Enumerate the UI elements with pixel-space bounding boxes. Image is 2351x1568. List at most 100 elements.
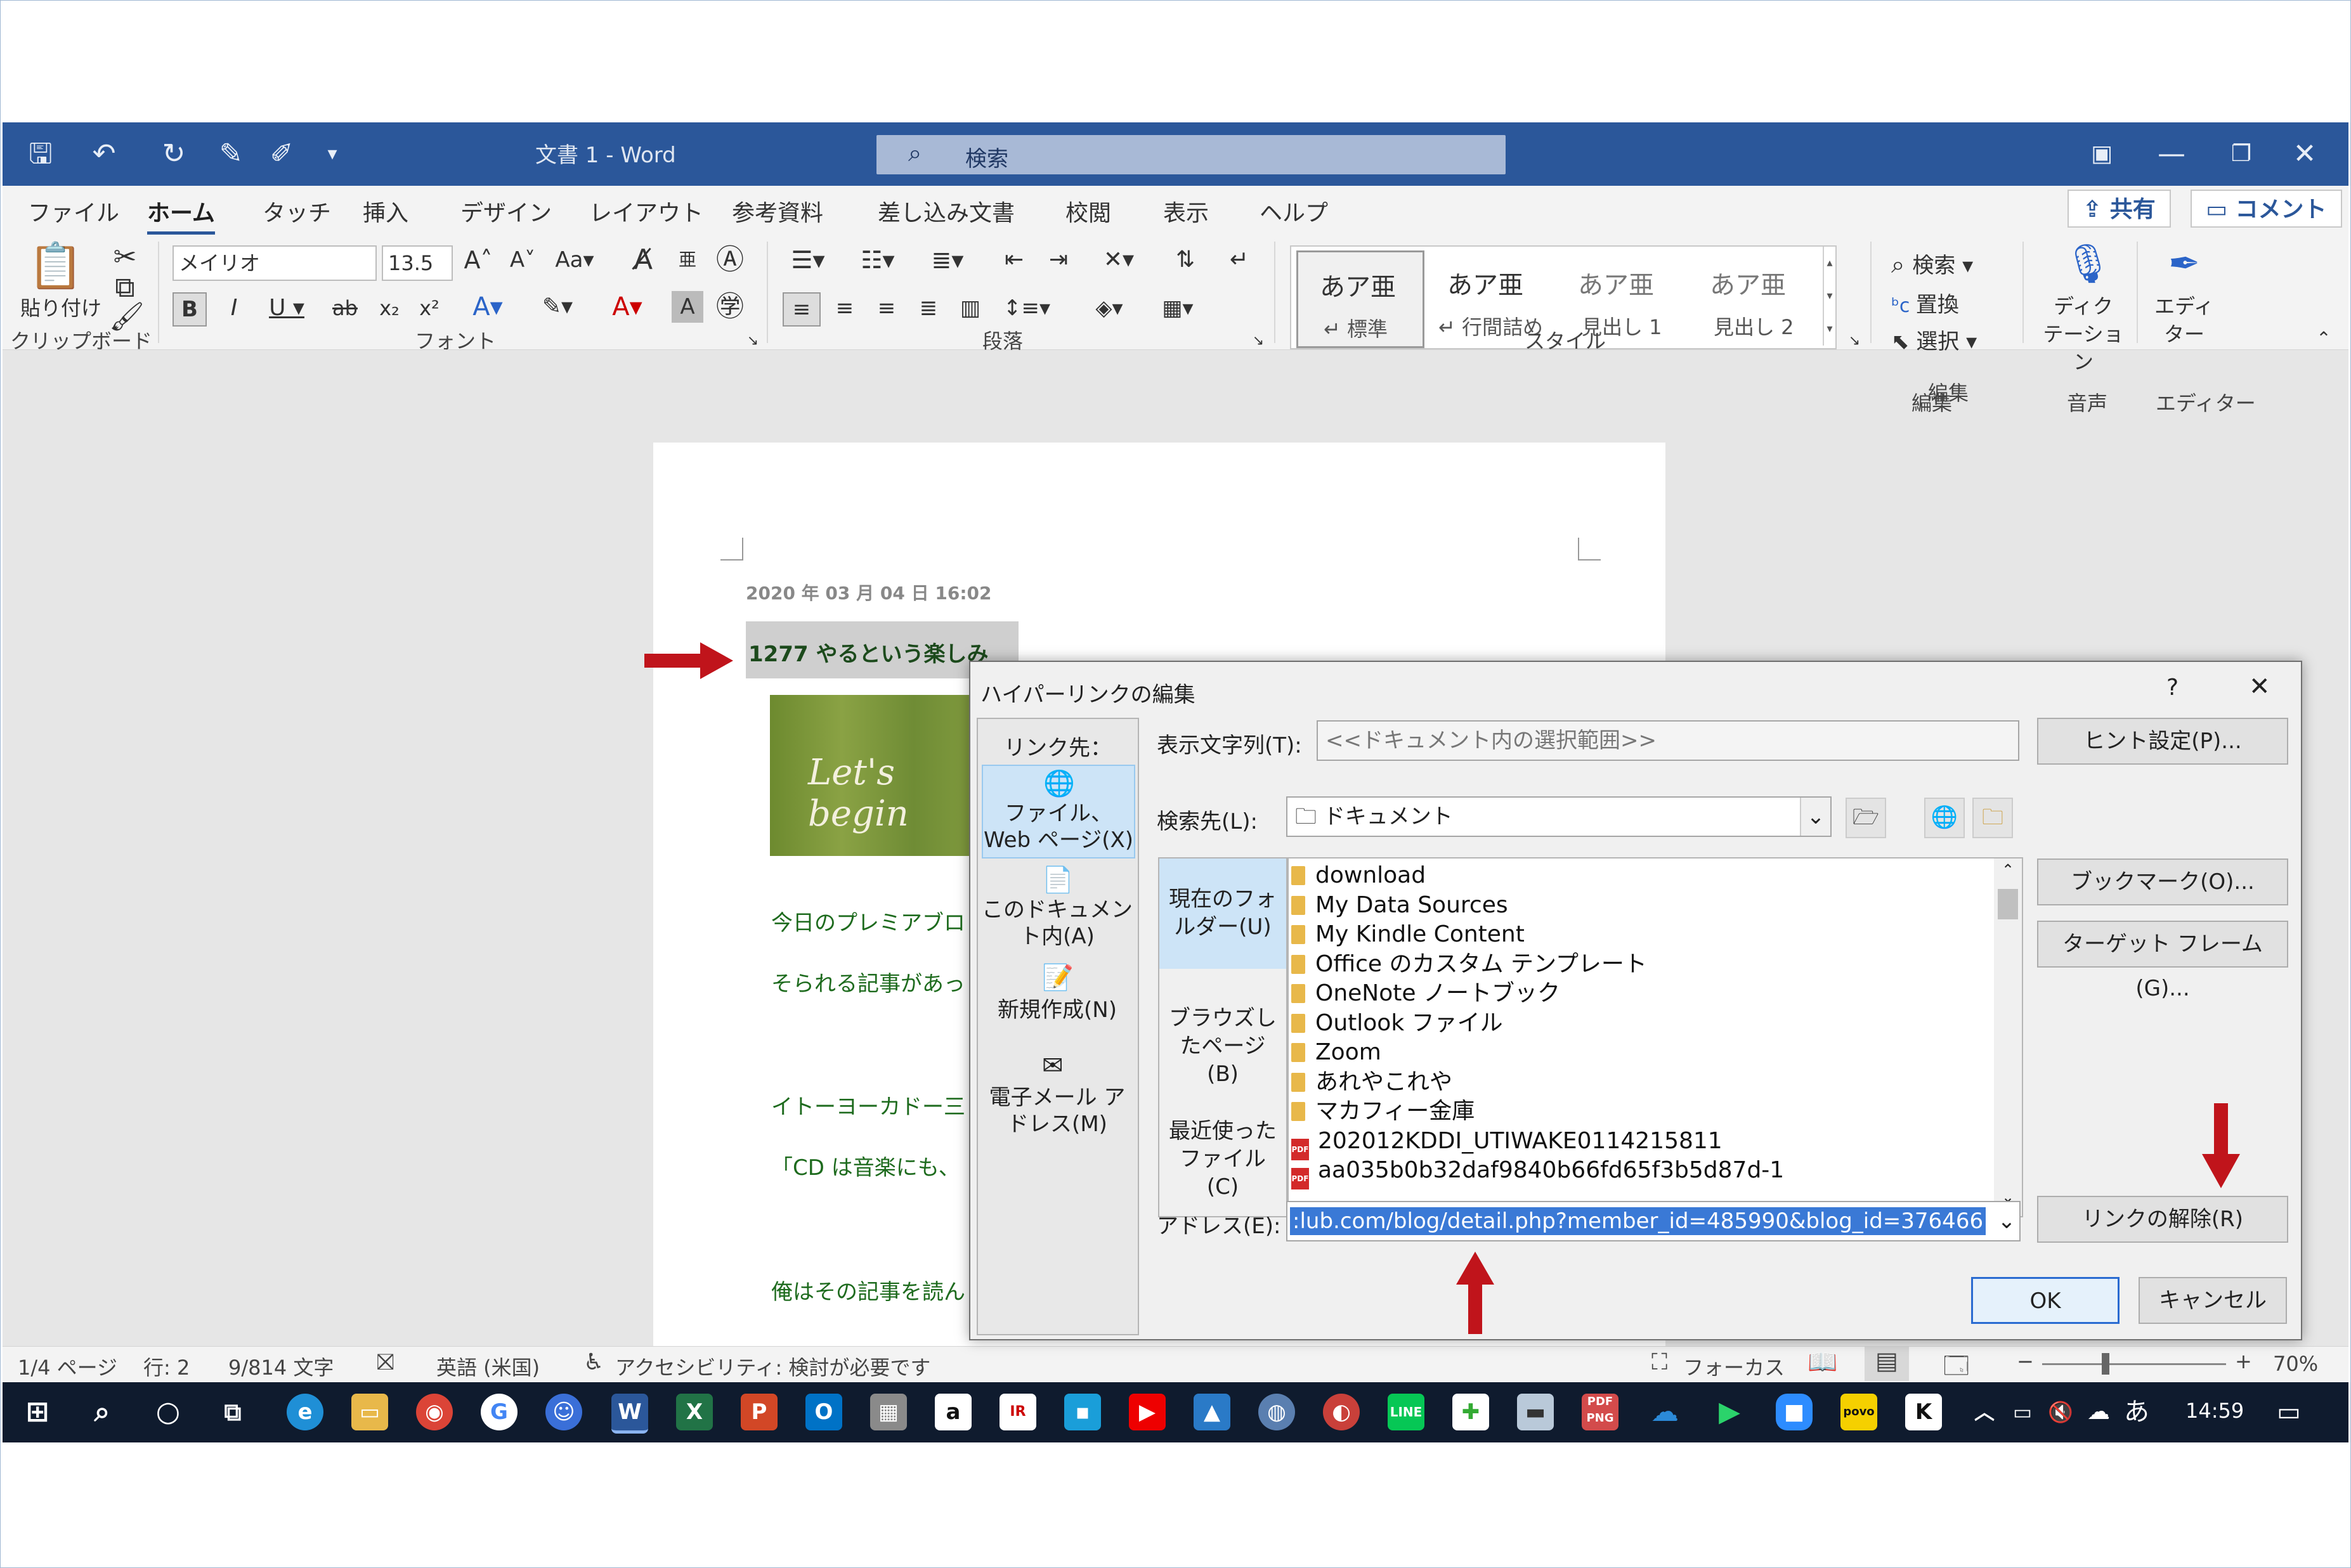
share-button[interactable]: ⇪ 共有	[2068, 190, 2171, 228]
help-button[interactable]: ?	[2166, 675, 2178, 701]
ime-indicator[interactable]: あ	[2118, 1394, 2155, 1430]
nav-create-new[interactable]: 📝 新規作成(N)	[982, 960, 1133, 1036]
file-list-item[interactable]: PDF aa035b0b32daf9840b66fd65f3b5d87d-1	[1291, 1156, 1784, 1189]
superscript-icon[interactable]: x²	[414, 292, 445, 324]
comment-button[interactable]: ▭ コメント	[2191, 190, 2342, 228]
onedrive-icon[interactable]: ☁	[1646, 1394, 1683, 1430]
minimize-icon[interactable]: —	[2152, 135, 2191, 173]
italic-icon[interactable]: I	[218, 292, 250, 324]
copy-icon[interactable]: ⧉	[109, 272, 141, 304]
tab-browsed-pages[interactable]: ブラウズしたページ(B)	[1159, 979, 1286, 1089]
font-size-combo[interactable]: 13.5	[382, 245, 453, 281]
scroll-thumb[interactable]	[1998, 889, 2018, 919]
look-in-select[interactable]: 🗀 ドキュメント ⌄	[1286, 796, 1832, 837]
tab-file[interactable]: ファイル	[28, 195, 119, 228]
nav-email-address[interactable]: ✉ 電子メール アドレス(M)	[982, 1049, 1133, 1144]
align-left-icon[interactable]: ≡	[783, 292, 821, 327]
google-icon[interactable]: G	[481, 1394, 518, 1430]
bullets-icon[interactable]: ☰▾	[783, 244, 833, 276]
customize-qat-icon[interactable]: ▾	[313, 135, 351, 173]
microphone-icon[interactable]: 🎙	[2064, 242, 2112, 286]
app-icon[interactable]: K	[1905, 1394, 1942, 1430]
bold-icon[interactable]: B	[173, 292, 207, 327]
paragraph-dialog-launcher-icon[interactable]: ↘	[1249, 325, 1268, 357]
cortana-icon[interactable]: ○	[150, 1394, 186, 1430]
browse-file-icon[interactable]: 🗀	[1972, 798, 2013, 838]
highlight-icon[interactable]: ✎▾	[529, 291, 586, 323]
people-icon[interactable]: ☺	[545, 1394, 582, 1430]
address-input[interactable]: :lub.com/blog/detail.php?member_id=48599…	[1286, 1201, 2021, 1241]
file-list-item[interactable]: あれやこれや	[1291, 1068, 1452, 1097]
subscript-icon[interactable]: x₂	[374, 292, 405, 324]
change-case-icon[interactable]: Aa▾	[549, 244, 600, 276]
clear-format-icon[interactable]: A̸	[627, 244, 659, 276]
ok-button[interactable]: OK	[1971, 1277, 2120, 1324]
line-icon[interactable]: LINE	[1388, 1394, 1424, 1430]
underline-icon[interactable]: U ▾	[261, 292, 312, 324]
file-list-item[interactable]: マカフィー金庫	[1291, 1097, 1475, 1126]
read-mode-icon[interactable]: 📖	[1807, 1348, 1837, 1377]
iris-icon[interactable]: IR	[1000, 1394, 1036, 1430]
app-icon[interactable]: ✚	[1452, 1394, 1489, 1430]
file-list-item[interactable]: Zoom	[1291, 1038, 1381, 1067]
tab-recent-files[interactable]: 最近使ったファイル(C)	[1159, 1099, 1286, 1210]
phonetic-guide-icon[interactable]: 亜	[672, 244, 703, 276]
chevron-up-icon[interactable]: ︿	[1966, 1394, 2003, 1430]
format-icon[interactable]: ✐	[263, 135, 301, 173]
numbering-icon[interactable]: ☷▾	[852, 244, 903, 276]
borders-icon[interactable]: ▦▾	[1149, 292, 1206, 324]
justify-icon[interactable]: ≣	[911, 292, 946, 324]
page-count[interactable]: 1/4 ページ	[18, 1352, 117, 1381]
redo-icon[interactable]: ↻	[155, 135, 193, 173]
file-list-item[interactable]: PDF 202012KDDI_UTIWAKE0114215811	[1291, 1127, 1723, 1160]
increase-indent-icon[interactable]: ⇥	[1043, 244, 1074, 276]
select-button[interactable]: ⬉ 選択 ▾	[1891, 324, 1977, 355]
strikethrough-icon[interactable]: ab	[326, 292, 364, 324]
zoom-level[interactable]: 70%	[2273, 1352, 2318, 1376]
proofing-icon[interactable]: ⛝	[377, 1349, 394, 1376]
tab-review[interactable]: 校閲	[1065, 195, 1111, 228]
tab-home[interactable]: ホーム	[147, 195, 215, 235]
search-icon[interactable]: ⌕	[84, 1394, 120, 1430]
word-count[interactable]: 9/814 文字	[228, 1352, 334, 1381]
volume-icon[interactable]: 🔇	[2042, 1394, 2079, 1430]
text-direction-icon[interactable]: ✕▾	[1093, 244, 1144, 276]
task-view-icon[interactable]: ⧉	[214, 1394, 251, 1430]
excel-icon[interactable]: X	[676, 1394, 713, 1430]
collapse-ribbon-icon[interactable]: ⌃	[2311, 323, 2336, 354]
windows-start-icon[interactable]: ⊞	[19, 1394, 56, 1430]
target-frame-button[interactable]: ターゲット フレーム(G)...	[2037, 921, 2288, 1001]
style-scroll[interactable]: ▴ ▾ ▾	[1823, 247, 1835, 346]
pdf-png-icon[interactable]: PDF PNG	[1582, 1394, 1618, 1430]
tab-insert[interactable]: 挿入	[363, 195, 408, 228]
notification-icon[interactable]: ▭	[2270, 1394, 2307, 1430]
font-name-combo[interactable]: メイリオ	[173, 245, 377, 281]
file-list-scrollbar[interactable]: ⌃ ⌄	[1994, 859, 2022, 1216]
file-list-item[interactable]: My Kindle Content	[1291, 920, 1525, 949]
file-list-item[interactable]: My Data Sources	[1291, 891, 1508, 920]
sort-icon[interactable]: ⇅	[1169, 244, 1201, 276]
paste-icon[interactable]: 📋	[28, 240, 83, 291]
cut-icon[interactable]: ✂	[109, 242, 141, 273]
ribbon-display-icon[interactable]: ▣	[2083, 135, 2121, 173]
file-explorer-icon[interactable]: ▭	[351, 1394, 388, 1430]
style-dialog-launcher-icon[interactable]: ↘	[1845, 325, 1864, 357]
show-marks-icon[interactable]: ↵	[1223, 244, 1255, 276]
tab-current-folder[interactable]: 現在のフォルダー(U)	[1159, 859, 1286, 969]
editor-button[interactable]: エディ ター	[2152, 292, 2216, 348]
dictate-button[interactable]: ディク テーション	[2042, 292, 2125, 376]
app-icon[interactable]: ▦	[870, 1394, 907, 1430]
battery-icon[interactable]: ▭	[2004, 1394, 2041, 1430]
outlook-icon[interactable]: O	[805, 1394, 842, 1430]
edge-icon[interactable]: e	[287, 1394, 323, 1430]
grow-font-icon[interactable]: A˄	[459, 244, 497, 276]
tab-help[interactable]: ヘルプ	[1260, 195, 1328, 228]
clock[interactable]: 14:59	[2185, 1399, 2244, 1423]
tab-references[interactable]: 参考資料	[732, 195, 823, 228]
tab-layout[interactable]: レイアウト	[589, 195, 703, 228]
close-icon[interactable]: ✕	[2249, 672, 2270, 701]
line-spacing-icon[interactable]: ↕≡▾	[998, 292, 1055, 324]
app-icon[interactable]: ◐	[1323, 1394, 1360, 1430]
close-icon[interactable]: ✕	[2286, 135, 2324, 173]
multilevel-list-icon[interactable]: ≣▾	[922, 244, 973, 276]
